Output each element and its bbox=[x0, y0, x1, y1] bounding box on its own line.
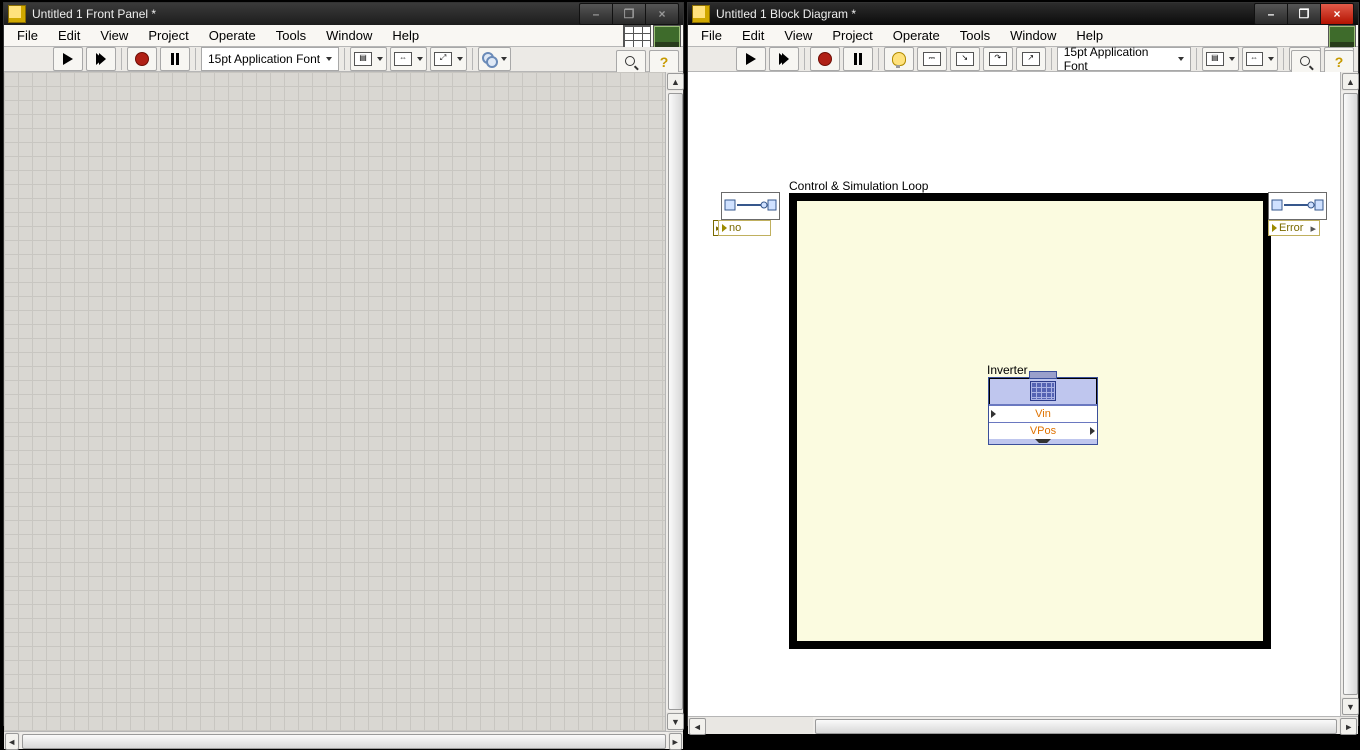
fp-pause-button[interactable] bbox=[160, 47, 190, 71]
block-diagram-canvas[interactable]: Control & Simulation Loop ▸?! no Error ▸… bbox=[688, 72, 1340, 716]
bd-distribute-menu[interactable]: ⇔ bbox=[1242, 47, 1278, 71]
vi-file-icon bbox=[692, 5, 710, 23]
bd-scroll-up-button[interactable]: ▲ bbox=[1342, 73, 1359, 90]
bd-retain-wires-button[interactable]: ⎓ bbox=[917, 47, 947, 71]
fp-search-button[interactable] bbox=[616, 50, 646, 74]
fp-minimize-button[interactable]: – bbox=[579, 3, 613, 25]
sim-input-node[interactable] bbox=[721, 192, 780, 220]
connector-pane-icon[interactable] bbox=[623, 25, 651, 49]
bd-run-button[interactable] bbox=[736, 47, 766, 71]
block-diagram-menubar: File Edit View Project Operate Tools Win… bbox=[688, 25, 1358, 47]
bd-step-over-button[interactable]: ↷ bbox=[983, 47, 1013, 71]
fp-scroll-left-button[interactable]: ◄ bbox=[5, 733, 19, 750]
front-panel-canvas[interactable] bbox=[4, 72, 665, 731]
vi-file-icon bbox=[8, 5, 26, 23]
bd-font-selector-label: 15pt Application Font bbox=[1064, 45, 1173, 73]
fp-menu-tools[interactable]: Tools bbox=[267, 25, 315, 46]
fp-reorder-menu[interactable] bbox=[478, 47, 511, 71]
bd-help-button[interactable]: ? bbox=[1324, 50, 1354, 74]
block-diagram-titlebar[interactable]: Untitled 1 Block Diagram * – ❐ × bbox=[688, 3, 1358, 25]
bd-abort-button[interactable] bbox=[810, 47, 840, 71]
block-diagram-window: Untitled 1 Block Diagram * – ❐ × File Ed… bbox=[687, 2, 1359, 726]
bd-menu-window[interactable]: Window bbox=[1001, 25, 1065, 46]
fp-close-button[interactable]: × bbox=[646, 3, 679, 25]
fp-abort-button[interactable] bbox=[127, 47, 157, 71]
fp-scroll-down-button[interactable]: ▼ bbox=[667, 713, 684, 730]
front-panel-toolbar: 15pt Application Font ▤ ⇔ ⤢ ? bbox=[4, 47, 683, 72]
bd-menu-project[interactable]: Project bbox=[823, 25, 881, 46]
inverter-connector-icon bbox=[1029, 371, 1057, 379]
bd-scroll-down-button[interactable]: ▼ bbox=[1342, 698, 1359, 715]
bd-menu-help[interactable]: Help bbox=[1067, 25, 1112, 46]
vi-icon[interactable] bbox=[1328, 25, 1356, 49]
bd-close-button[interactable]: × bbox=[1321, 3, 1354, 25]
bd-minimize-button[interactable]: – bbox=[1254, 3, 1288, 25]
fp-menu-file[interactable]: File bbox=[8, 25, 47, 46]
sim-output-node[interactable] bbox=[1268, 192, 1327, 220]
bd-pause-button[interactable] bbox=[843, 47, 873, 71]
front-panel-window: Untitled 1 Front Panel * – ❐ × File Edit… bbox=[3, 2, 684, 726]
bd-scroll-left-button[interactable]: ◄ bbox=[689, 718, 706, 735]
fp-menu-view[interactable]: View bbox=[91, 25, 137, 46]
bd-search-button[interactable] bbox=[1291, 50, 1321, 74]
bd-maximize-button[interactable]: ❐ bbox=[1288, 3, 1321, 25]
inverter-terminal-vin[interactable]: Vin bbox=[989, 405, 1097, 422]
bd-scroll-right-button[interactable]: ► bbox=[1340, 718, 1357, 735]
fp-menu-help[interactable]: Help bbox=[383, 25, 428, 46]
fp-align-menu[interactable]: ▤ bbox=[350, 47, 387, 71]
inverter-resize-handle[interactable] bbox=[989, 439, 1097, 444]
inverter-terminal-vpos[interactable]: VPos bbox=[989, 422, 1097, 439]
inverter-terminal-vpos-label: VPos bbox=[1030, 425, 1056, 437]
sim-output-terminal-label: Error bbox=[1279, 222, 1303, 234]
bd-horizontal-scrollbar[interactable]: ◄ ► bbox=[688, 716, 1358, 734]
front-panel-titlebar[interactable]: Untitled 1 Front Panel * – ❐ × bbox=[4, 3, 683, 25]
fp-vertical-scrollbar[interactable]: ▲ ▼ bbox=[665, 72, 683, 731]
fp-maximize-button[interactable]: ❐ bbox=[613, 3, 646, 25]
fp-help-button[interactable]: ? bbox=[649, 50, 679, 74]
fp-menu-edit[interactable]: Edit bbox=[49, 25, 89, 46]
block-diagram-title: Untitled 1 Block Diagram * bbox=[716, 7, 1248, 21]
vi-icon[interactable] bbox=[653, 25, 681, 49]
fp-distribute-menu[interactable]: ⇔ bbox=[390, 47, 427, 71]
block-diagram-toolbar: ⎓ ↘ ↷ ↗ 15pt Application Font ▤ ⇔ ✧ ? bbox=[688, 47, 1358, 72]
sim-input-terminal[interactable]: no bbox=[718, 220, 771, 236]
bd-font-selector[interactable]: 15pt Application Font bbox=[1057, 47, 1192, 71]
front-panel-menubar: File Edit View Project Operate Tools Win… bbox=[4, 25, 683, 47]
block-diagram-canvas-wrap: Control & Simulation Loop ▸?! no Error ▸… bbox=[688, 72, 1358, 716]
inverter-node[interactable]: Vin VPos bbox=[988, 377, 1098, 445]
fp-resize-menu[interactable]: ⤢ bbox=[430, 47, 467, 71]
bd-menu-edit[interactable]: Edit bbox=[733, 25, 773, 46]
fp-scroll-right-button[interactable]: ► bbox=[669, 733, 683, 750]
bd-run-continuous-button[interactable] bbox=[769, 47, 799, 71]
fp-font-selector[interactable]: 15pt Application Font bbox=[201, 47, 339, 71]
fp-menu-operate[interactable]: Operate bbox=[200, 25, 265, 46]
front-panel-canvas-wrap: ▲ ▼ bbox=[4, 72, 683, 731]
sim-output-terminal[interactable]: Error ▸ bbox=[1268, 220, 1320, 236]
inverter-icon bbox=[989, 378, 1097, 405]
fp-menu-window[interactable]: Window bbox=[317, 25, 381, 46]
inverter-label: Inverter bbox=[987, 363, 1028, 377]
bd-align-menu[interactable]: ▤ bbox=[1202, 47, 1238, 71]
bd-highlight-button[interactable] bbox=[884, 47, 914, 71]
fp-scroll-up-button[interactable]: ▲ bbox=[667, 73, 684, 90]
bd-vertical-scrollbar[interactable]: ▲ ▼ bbox=[1340, 72, 1358, 716]
fp-font-selector-label: 15pt Application Font bbox=[208, 52, 320, 66]
sim-loop-label: Control & Simulation Loop bbox=[789, 179, 928, 193]
bd-step-out-button[interactable]: ↗ bbox=[1016, 47, 1046, 71]
sim-input-terminal-label: no bbox=[729, 222, 741, 234]
fp-run-continuous-button[interactable] bbox=[86, 47, 116, 71]
fp-menu-project[interactable]: Project bbox=[139, 25, 197, 46]
bd-menu-tools[interactable]: Tools bbox=[951, 25, 999, 46]
fp-horizontal-scrollbar[interactable]: ◄ ► bbox=[4, 731, 683, 749]
bd-step-into-button[interactable]: ↘ bbox=[950, 47, 980, 71]
bd-menu-operate[interactable]: Operate bbox=[884, 25, 949, 46]
bd-menu-view[interactable]: View bbox=[775, 25, 821, 46]
bd-menu-file[interactable]: File bbox=[692, 25, 731, 46]
inverter-terminal-vin-label: Vin bbox=[1035, 408, 1051, 420]
front-panel-title: Untitled 1 Front Panel * bbox=[32, 7, 573, 21]
fp-run-button[interactable] bbox=[53, 47, 83, 71]
